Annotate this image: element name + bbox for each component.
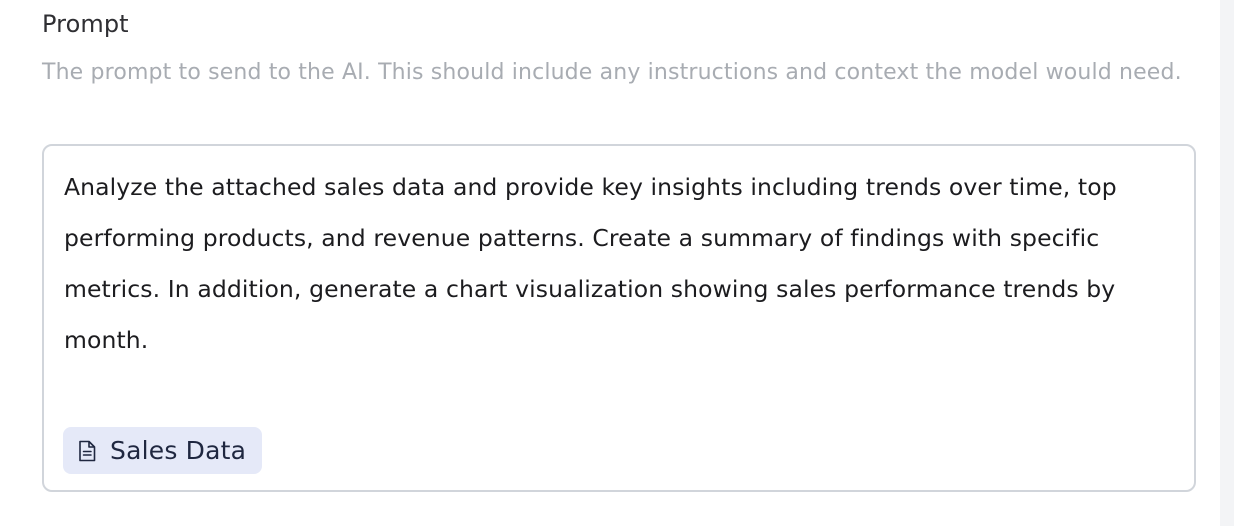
document-icon: [78, 440, 96, 462]
prompt-editor[interactable]: Analyze the attached sales data and prov…: [42, 144, 1196, 492]
prompt-editor-text[interactable]: Analyze the attached sales data and prov…: [64, 162, 1174, 366]
attachment-chip-label: Sales Data: [110, 435, 247, 465]
prompt-help-text: The prompt to send to the AI. This shoul…: [42, 60, 1182, 85]
prompt-label: Prompt: [42, 10, 129, 38]
page-right-edge: [1220, 0, 1234, 526]
attachment-chip-sales-data[interactable]: Sales Data: [63, 427, 263, 474]
